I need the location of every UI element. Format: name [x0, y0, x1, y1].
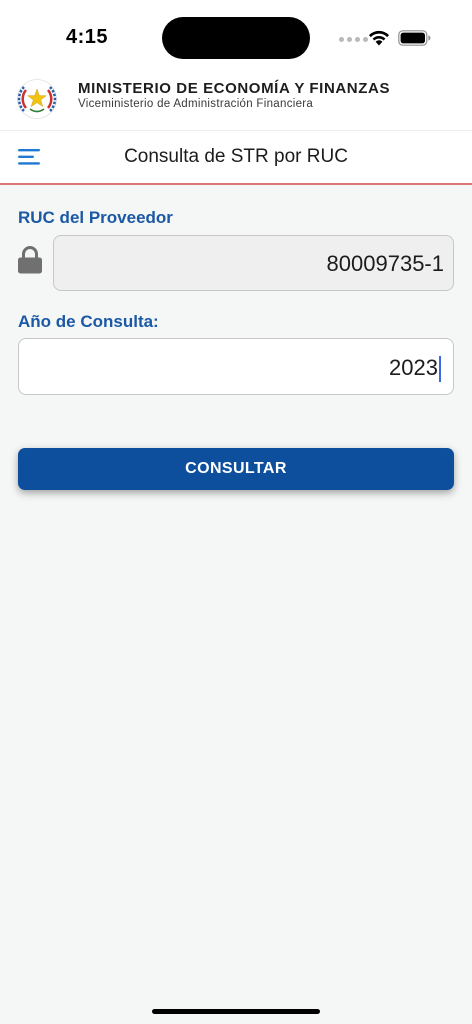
ministry-subtitle: Viceministerio de Administración Financi… [78, 98, 314, 110]
anio-input[interactable]: 2023 [18, 338, 454, 395]
seal-icon [17, 79, 57, 119]
home-indicator[interactable] [152, 1009, 320, 1014]
page-title: Consulta de STR por RUC [124, 146, 348, 167]
anio-label: Año de Consulta: [18, 312, 159, 331]
wifi-icon [369, 30, 389, 46]
anio-value: 2023 [389, 355, 438, 380]
ministry-header: MINISTERIO DE ECONOMÍA Y FINANZAS Vicemi… [0, 76, 472, 131]
battery-icon [398, 30, 431, 46]
status-time: 4:15 [66, 26, 109, 48]
ruc-label: RUC del Proveedor [18, 208, 173, 227]
ministry-title: MINISTERIO DE ECONOMÍA Y FINANZAS [78, 80, 391, 97]
lock-icon [18, 246, 42, 274]
dynamic-island [162, 17, 310, 59]
signal-icon [339, 37, 368, 42]
navigation-bar: Consulta de STR por RUC [0, 131, 472, 185]
consultar-button[interactable]: CONSULTAR [18, 448, 454, 490]
status-bar: 4:15 [0, 0, 472, 76]
ruc-input[interactable]: 80009735-1 [53, 235, 454, 291]
text-cursor [439, 356, 441, 383]
